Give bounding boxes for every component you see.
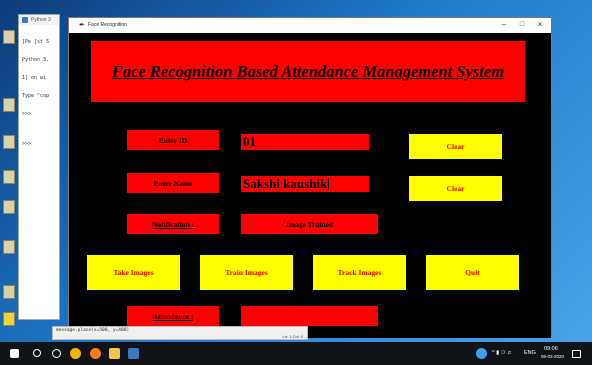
- python-icon: [22, 17, 28, 23]
- firefox-icon[interactable]: [90, 348, 101, 359]
- quit-button[interactable]: Quit: [426, 255, 519, 290]
- notification-label: Notification :: [127, 214, 219, 234]
- train-images-button[interactable]: Train Images: [200, 255, 293, 290]
- page-title: Face Recognition Based Attendance Manage…: [111, 61, 505, 81]
- desktop-file-icon[interactable]: [3, 98, 15, 112]
- minimize-icon[interactable]: –: [497, 20, 511, 30]
- notifications-icon[interactable]: [572, 350, 581, 358]
- python-shell-window[interactable]: Python 3 [Pe [st 5 Python 3. 1] on wi Ty…: [18, 14, 60, 320]
- face-recognition-window: ✒ Face Recognition – □ × Face Recognitio…: [68, 17, 552, 338]
- id-input[interactable]: 01: [241, 134, 369, 150]
- maximize-icon[interactable]: □: [515, 20, 529, 30]
- take-images-button[interactable]: Take Images: [87, 255, 180, 290]
- desktop-folder-icon[interactable]: [3, 312, 15, 326]
- name-input[interactable]: Sakshi kaushik: [241, 176, 369, 192]
- text-cursor: [328, 178, 330, 190]
- clock-time[interactable]: 09:06: [544, 346, 558, 352]
- desktop-file-icon[interactable]: [3, 285, 15, 299]
- taskbar: ^ ▮ ⚆ ♬ ENG 09:06 06-03-2020: [0, 342, 592, 365]
- shell-line: 1] on wi: [22, 75, 47, 81]
- task-view-icon[interactable]: [52, 349, 61, 358]
- desktop-file-icon[interactable]: [3, 240, 15, 254]
- window-title: Face Recognition: [88, 22, 127, 28]
- app-canvas: Face Recognition Based Attendance Manage…: [69, 33, 551, 338]
- track-images-button[interactable]: Track Images: [313, 255, 406, 290]
- attendance-message: [241, 306, 378, 326]
- file-explorer-icon[interactable]: [109, 348, 120, 359]
- desktop: Python 3 [Pe [st 5 Python 3. 1] on wi Ty…: [0, 0, 592, 342]
- cursor-position: Ln: 1 Col: 0: [282, 334, 303, 339]
- shell-titlebar[interactable]: Python 3: [19, 15, 59, 25]
- close-icon[interactable]: ×: [533, 20, 547, 30]
- window-titlebar[interactable]: ✒ Face Recognition – □ ×: [69, 18, 551, 33]
- python-idle-icon[interactable]: [128, 348, 139, 359]
- shell-line: Type "cop: [22, 93, 50, 99]
- shell-status-bar: message.place(x=500, y=400) Ln: 1 Col: 0: [52, 326, 308, 340]
- tk-feather-icon: ✒: [79, 22, 85, 29]
- desktop-file-icon[interactable]: [3, 170, 15, 184]
- enter-name-label: Enter Name: [127, 173, 219, 193]
- notification-message: Image Trained: [241, 214, 378, 234]
- desktop-file-icon[interactable]: [3, 30, 15, 44]
- name-input-value: Sakshi kaushik: [243, 176, 328, 191]
- shell-line: >>>: [22, 111, 32, 117]
- shell-line: Python 3.: [22, 57, 50, 63]
- windows-start-icon[interactable]: [10, 349, 19, 358]
- clear-name-button[interactable]: Clear: [409, 176, 502, 201]
- clear-id-button[interactable]: Clear: [409, 134, 502, 159]
- language-indicator[interactable]: ENG: [524, 350, 536, 356]
- id-input-value: 01: [243, 134, 256, 149]
- shell-title: Python 3: [31, 17, 51, 23]
- title-banner: Face Recognition Based Attendance Manage…: [91, 41, 525, 102]
- status-code-text: message.place(x=500, y=400): [56, 328, 130, 333]
- attendance-label: Attendance :: [127, 306, 219, 326]
- shell-line: [Pe [st 5: [22, 39, 50, 45]
- desktop-file-icon[interactable]: [3, 135, 15, 149]
- chrome-icon[interactable]: [70, 348, 81, 359]
- search-icon[interactable]: [33, 349, 41, 357]
- desktop-file-icon[interactable]: [3, 200, 15, 214]
- enter-id-label: Enter ID: [127, 130, 219, 150]
- clock-date[interactable]: 06-03-2020: [541, 354, 564, 359]
- tray-icons[interactable]: ^ ▮ ⚆ ♬: [492, 350, 513, 356]
- shell-output: [Pe [st 5 Python 3. 1] on wi Type "cop >…: [19, 25, 59, 161]
- shell-line: >>>: [22, 141, 32, 147]
- user-avatar-icon[interactable]: [476, 348, 487, 359]
